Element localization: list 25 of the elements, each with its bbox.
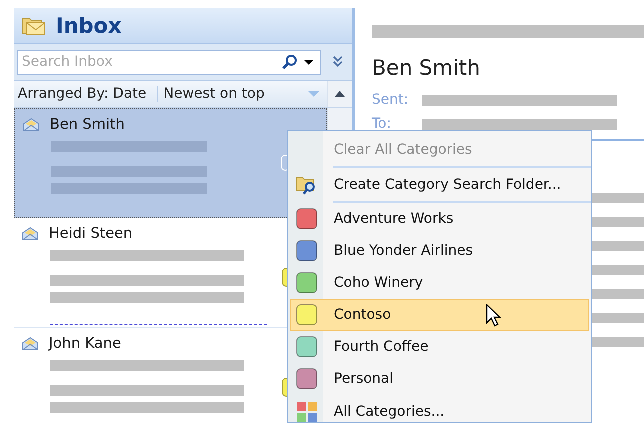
message-item[interactable]: Ben Smith <box>14 108 327 218</box>
menu-item[interactable]: Contoso <box>290 299 589 331</box>
envelope-icon <box>22 227 39 241</box>
menu-item[interactable]: Fourth Coffee <box>290 331 589 363</box>
envelope-icon <box>22 337 39 351</box>
header-field-label: To: <box>372 116 392 132</box>
expand-chevron-icon[interactable] <box>331 54 345 70</box>
sender-name: Ben Smith <box>372 56 482 80</box>
sort-order-label[interactable]: Newest on top <box>158 86 307 102</box>
mouse-cursor-icon <box>486 304 502 328</box>
search-icon[interactable] <box>282 54 298 70</box>
envelope-icon <box>23 118 40 132</box>
menu-item[interactable]: Personal <box>290 363 589 395</box>
folder-title: Inbox <box>56 14 122 38</box>
scroll-up-arrow-icon[interactable] <box>334 90 346 98</box>
sender-name: Ben Smith <box>50 117 125 133</box>
menu-item[interactable]: All Categories... <box>290 395 589 422</box>
arrangement-label[interactable]: Arranged By: Date <box>14 86 158 102</box>
sender-name: Heidi Steen <box>49 226 133 242</box>
search-folder-icon <box>296 174 318 194</box>
sender-name: John Kane <box>49 336 122 352</box>
category-grid-icon <box>296 400 318 422</box>
search-field[interactable]: Search Inbox <box>17 50 321 74</box>
inbox-folder-icon <box>22 16 46 36</box>
header-field-label: Sent: <box>372 92 410 108</box>
